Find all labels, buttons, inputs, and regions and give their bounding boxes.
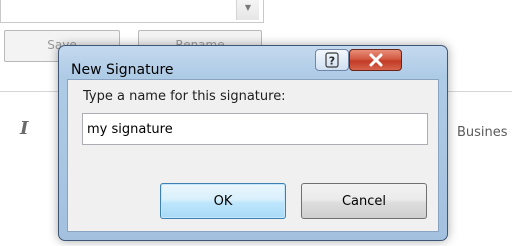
dialog-client-area: Type a name for this signature: OK Cance… (67, 79, 439, 232)
signature-select-combo[interactable] (0, 0, 264, 23)
help-button[interactable]: ? (315, 49, 349, 71)
italic-format-button[interactable]: I (20, 118, 28, 139)
new-signature-dialog: New Signature ? Type a name for this sig… (58, 45, 448, 241)
signature-name-input[interactable] (82, 113, 428, 145)
ok-button[interactable]: OK (160, 183, 286, 219)
close-icon (369, 53, 382, 67)
svg-text:?: ? (329, 55, 335, 68)
close-button[interactable] (349, 49, 402, 71)
help-question-icon: ? (325, 52, 339, 68)
signature-name-label: Type a name for this signature: (83, 89, 286, 104)
combo-dropdown-arrow-icon[interactable]: ▼ (236, 0, 259, 20)
dialog-title: New Signature (71, 62, 174, 78)
business-card-button[interactable]: Busines (446, 120, 512, 148)
cancel-button[interactable]: Cancel (301, 183, 427, 219)
